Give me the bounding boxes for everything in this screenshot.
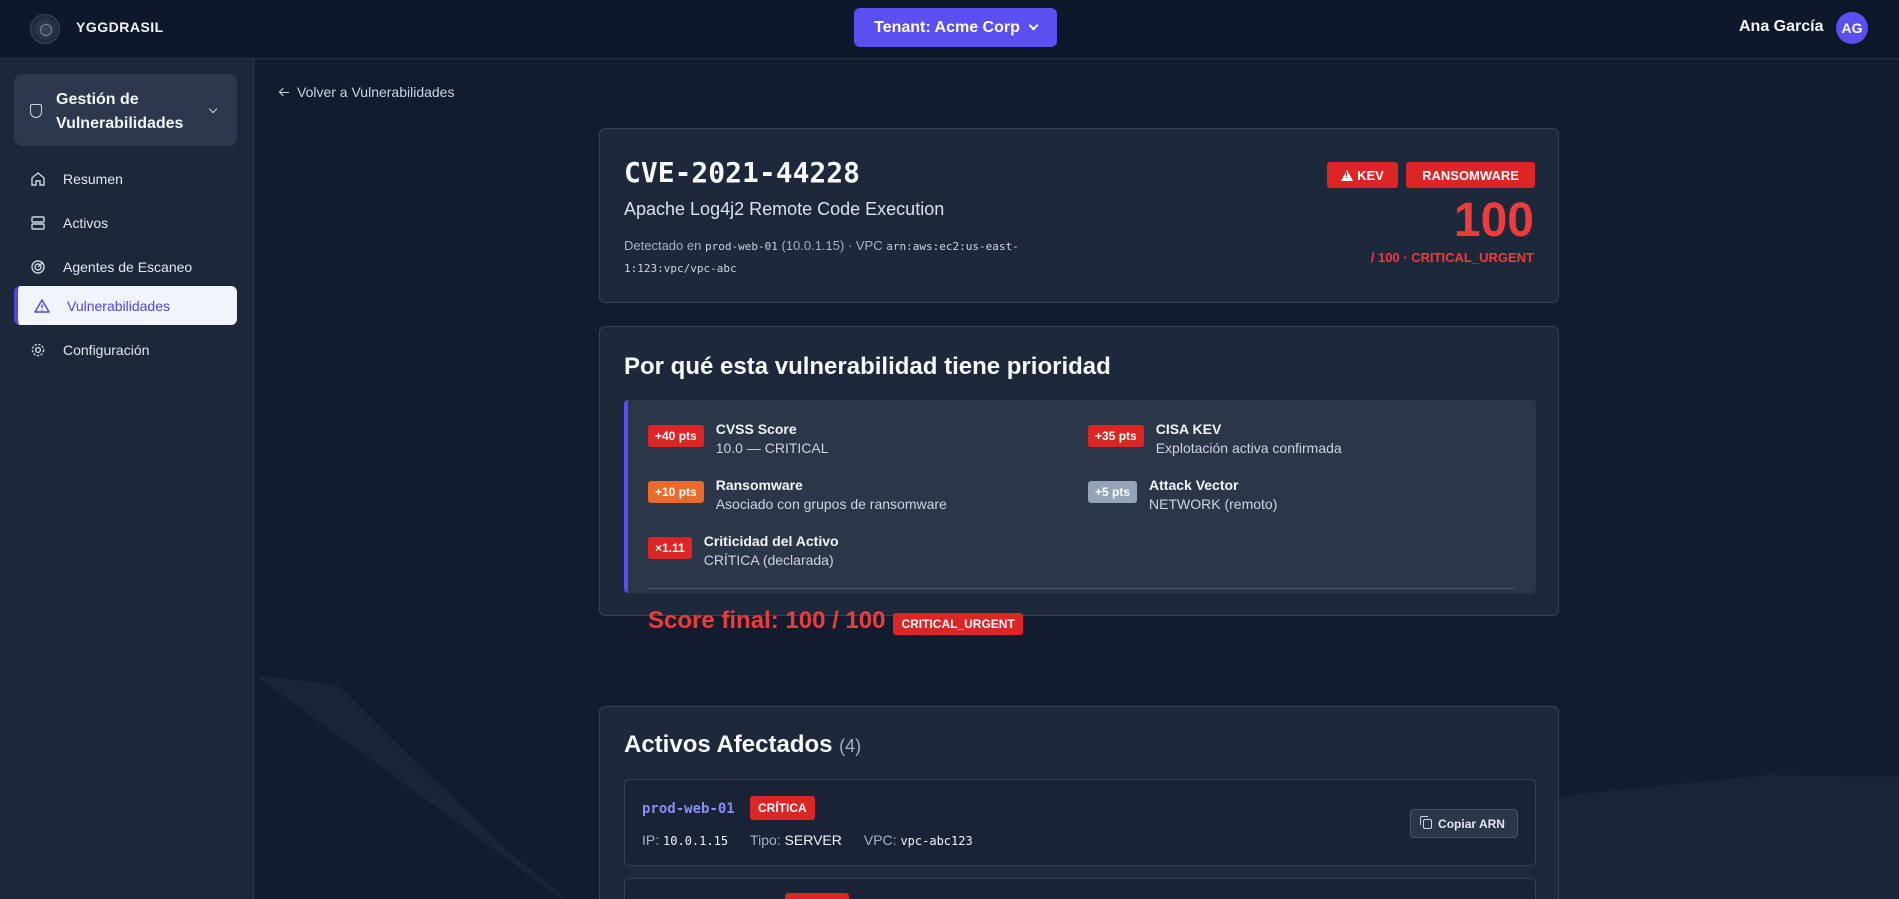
assets-count: (4) — [839, 736, 862, 756]
sidebar: Gestión de Vulnerabilidades Resumen Acti… — [0, 59, 254, 899]
sidebar-group-vuln-management[interactable]: Gestión de Vulnerabilidades — [14, 74, 237, 146]
final-score: Score final: 100 / 100 CRITICAL_URGENT — [648, 607, 1023, 635]
gear-icon — [29, 341, 47, 359]
asset-row: prod-web-01 CRÍTICA IP: 10.0.1.15 Tipo: … — [624, 779, 1536, 866]
final-score-text: Score final: 100 / 100 — [648, 607, 886, 634]
detected-prefix: Detectado en — [624, 238, 702, 253]
points-badge: +5 pts — [1088, 481, 1138, 503]
affected-assets-card: Activos Afectados (4) prod-web-01 CRÍTIC… — [599, 706, 1559, 899]
assets-heading: Activos Afectados (4) — [624, 731, 861, 759]
ransomware-badge: RANSOMWARE — [1406, 162, 1535, 188]
sidebar-item-label: Agentes de Escaneo — [63, 258, 193, 275]
sidebar-item-activos[interactable]: Activos — [14, 203, 237, 242]
back-link-label: Volver a Vulnerabilidades — [297, 84, 455, 100]
criticality-badge — [785, 893, 849, 899]
radar-icon — [29, 258, 47, 276]
user-name[interactable]: Ana García — [1739, 18, 1823, 36]
asset-meta: IP: 10.0.1.15 Tipo: SERVER VPC: vpc-abc1… — [642, 832, 973, 848]
factor-desc: Explotación activa confirmada — [1155, 440, 1342, 456]
warning-icon — [1341, 169, 1354, 181]
top-bar: YGGDRASIL Tenant: Acme Corp Ana García A… — [0, 0, 1899, 59]
vpc-label: VPC: — [863, 832, 897, 848]
kev-badge: KEV — [1327, 162, 1398, 188]
priority-card: Por qué esta vulnerabilidad tiene priori… — [599, 326, 1559, 635]
server-icon — [29, 214, 47, 232]
back-to-vulnerabilities-link[interactable]: Volver a Vulnerabilidades — [279, 84, 454, 100]
sidebar-item-vulnerabilidades[interactable]: Vulnerabilidades — [14, 286, 237, 325]
sidebar-item-label: Activos — [63, 214, 109, 231]
asset-vpc: VPC: vpc-abc123 — [864, 832, 973, 848]
sidebar-item-agentes[interactable]: Agentes de Escaneo — [14, 247, 237, 286]
type-value: SERVER — [784, 832, 842, 848]
shield-icon — [30, 104, 42, 118]
cve-summary-card: CVE-2021-44228 Apache Log4j2 Remote Code… — [599, 128, 1559, 303]
yggdrasil-logo-icon[interactable] — [30, 14, 60, 44]
cve-title: Apache Log4j2 Remote Code Execution — [624, 199, 945, 219]
risk-score: 100 — [1453, 194, 1534, 247]
sidebar-group-title: Gestión de Vulnerabilidades — [56, 91, 184, 132]
assets-heading-text: Activos Afectados — [624, 731, 833, 758]
type-label: Tipo: — [750, 832, 781, 848]
tenant-selector-button[interactable]: Tenant: Acme Corp — [854, 8, 1057, 47]
tenant-label: Tenant: Acme Corp — [874, 18, 1020, 36]
sidebar-item-label: Configuración — [63, 341, 150, 358]
copy-arn-button[interactable]: Copiar ARN — [1410, 809, 1518, 838]
arrow-left-icon — [279, 87, 289, 97]
factor-title: Ransomware — [715, 477, 803, 493]
ip-value: 10.0.1.15 — [663, 834, 729, 848]
factor-kev: +35 pts CISA KEV Explotación activa conf… — [1088, 420, 1342, 458]
sidebar-item-label: Resumen — [63, 170, 123, 187]
copy-icon — [1420, 815, 1433, 829]
avatar[interactable]: AG — [1836, 12, 1868, 44]
asset-name-link[interactable]: prod-web-01 — [642, 801, 735, 817]
kev-badge-label: KEV — [1357, 167, 1384, 183]
points-badge: +10 pts — [648, 481, 704, 503]
divider — [648, 588, 1516, 589]
factor-attack-vector: +5 pts Attack Vector NETWORK (remoto) — [1088, 476, 1277, 514]
sidebar-item-configuracion[interactable]: Configuración — [14, 330, 237, 369]
vpc-value: vpc-abc123 — [900, 834, 973, 848]
priority-heading: Por qué esta vulnerabilidad tiene priori… — [624, 353, 1111, 380]
criticality-badge: CRÍTICA — [750, 796, 815, 820]
factor-ransomware: +10 pts Ransomware Asociado con grupos d… — [648, 476, 947, 514]
factor-desc: NETWORK (remoto) — [1149, 496, 1278, 512]
factor-title: CISA KEV — [1155, 421, 1222, 437]
points-badge: +40 pts — [648, 425, 704, 447]
detected-ip-vpc: (10.0.1.15) · VPC — [781, 238, 883, 253]
asset-type: Tipo: SERVER — [750, 832, 842, 848]
factor-desc: Asociado con grupos de ransomware — [715, 496, 947, 512]
warning-icon — [33, 297, 51, 315]
main-content: Volver a Vulnerabilidades CVE-2021-44228… — [255, 60, 1899, 899]
factor-title: Attack Vector — [1149, 477, 1239, 493]
factor-cvss: +40 pts CVSS Score 10.0 — CRITICAL — [648, 420, 829, 458]
factor-desc: CRÍTICA (declarada) — [703, 552, 834, 568]
home-icon — [29, 170, 47, 188]
sidebar-item-label: Vulnerabilidades — [67, 297, 170, 314]
asset-ip: IP: 10.0.1.15 — [642, 832, 728, 848]
priority-breakdown: +40 pts CVSS Score 10.0 — CRITICAL +35 p… — [624, 400, 1536, 635]
points-badge: ×1.11 — [648, 537, 692, 559]
risk-score-subtitle: / 100 · CRITICAL_URGENT — [1370, 250, 1534, 265]
copy-arn-label: Copiar ARN — [1438, 816, 1505, 831]
detected-host: prod-web-01 — [704, 240, 778, 253]
brand-name: YGGDRASIL — [76, 19, 164, 35]
factor-asset-criticality: ×1.11 Criticidad del Activo CRÍTICA (dec… — [648, 532, 839, 570]
asset-row — [624, 878, 1536, 899]
detection-info: Detectado en prod-web-01 (10.0.1.15) · V… — [624, 235, 1064, 279]
factor-title: Criticidad del Activo — [703, 533, 839, 549]
sidebar-item-resumen[interactable]: Resumen — [14, 159, 237, 198]
ip-label: IP: — [642, 832, 660, 848]
final-score-badge: CRITICAL_URGENT — [893, 613, 1023, 635]
cve-id: CVE-2021-44228 — [624, 156, 861, 189]
chevron-down-icon — [208, 104, 218, 114]
factor-desc: 10.0 — CRITICAL — [715, 440, 829, 456]
points-badge: +35 pts — [1088, 425, 1144, 447]
chevron-down-icon — [1028, 20, 1039, 30]
factor-title: CVSS Score — [715, 421, 797, 437]
